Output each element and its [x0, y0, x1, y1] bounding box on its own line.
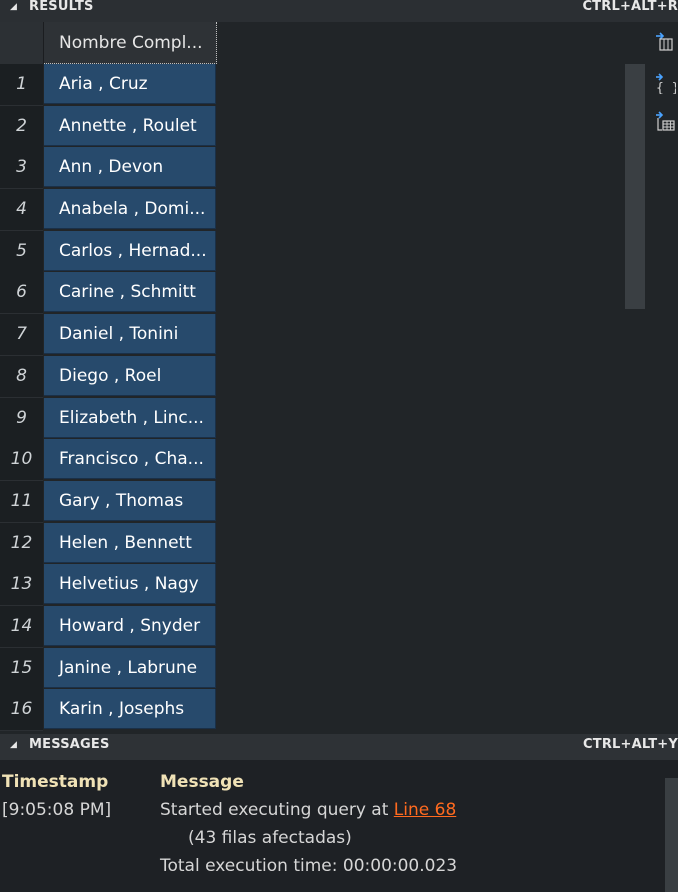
- export-excel-icon[interactable]: [654, 110, 676, 132]
- table-row[interactable]: 3 Ann , Devon: [0, 147, 217, 190]
- table-row[interactable]: 8 Diego , Roel: [0, 355, 217, 398]
- export-json-icon[interactable]: { }: [654, 72, 678, 96]
- row-number[interactable]: 9: [0, 397, 43, 440]
- results-shortcut: CTRL+ALT+R: [582, 0, 678, 14]
- message-header: Message: [160, 772, 244, 792]
- table-cell[interactable]: Elizabeth , Linc...: [44, 397, 216, 438]
- row-number[interactable]: 5: [0, 230, 43, 273]
- table-cell[interactable]: Helvetius , Nagy: [44, 564, 216, 605]
- message-timestamp: [9:05:08 PM]: [2, 800, 112, 820]
- table-cell[interactable]: Janine , Labrune: [44, 647, 216, 688]
- grid-rows: 1 Aria , Cruz 2 Annette , Roulet 3 Ann , De…: [0, 64, 217, 732]
- table-row[interactable]: 4 Anabela , Domi...: [0, 189, 217, 232]
- grid-header: Nombre Compl...: [0, 22, 217, 64]
- table-cell[interactable]: Gary , Thomas: [44, 480, 216, 521]
- table-row[interactable]: 12 Helen , Bennett: [0, 522, 217, 565]
- table-row[interactable]: 1 Aria , Cruz: [0, 64, 217, 106]
- table-row[interactable]: 2 Annette , Roulet: [0, 105, 217, 148]
- row-number[interactable]: 12: [0, 522, 43, 565]
- results-title: RESULTS: [29, 0, 94, 14]
- message-line-1: Started executing query at Line 68: [160, 800, 456, 820]
- row-number[interactable]: 7: [0, 314, 43, 357]
- row-number[interactable]: 11: [0, 480, 43, 523]
- collapse-caret-icon[interactable]: ◢: [10, 740, 17, 750]
- table-cell[interactable]: Diego , Roel: [44, 355, 216, 396]
- table-cell[interactable]: Francisco , Cha...: [44, 439, 216, 480]
- row-number[interactable]: 3: [0, 147, 43, 190]
- table-row[interactable]: 14 Howard , Snyder: [0, 605, 217, 648]
- messages-scrollbar-thumb[interactable]: [665, 778, 678, 892]
- row-number[interactable]: 13: [0, 564, 43, 607]
- row-number[interactable]: 10: [0, 439, 43, 482]
- table-cell[interactable]: Karin , Josephs: [44, 689, 216, 730]
- messages-shortcut: CTRL+ALT+Y: [583, 737, 678, 752]
- table-cell[interactable]: Carlos , Hernad...: [44, 230, 216, 271]
- started-text: Started executing query at: [160, 800, 389, 820]
- row-number[interactable]: 15: [0, 647, 43, 690]
- table-cell[interactable]: Howard , Snyder: [44, 605, 216, 646]
- timestamp-header: Timestamp: [2, 772, 109, 792]
- svg-text:{ }: { }: [656, 81, 676, 94]
- table-row[interactable]: 15 Janine , Labrune: [0, 647, 217, 690]
- table-row[interactable]: 16 Karin , Josephs: [0, 689, 217, 732]
- table-row[interactable]: 9 Elizabeth , Linc...: [0, 397, 217, 440]
- row-number[interactable]: 4: [0, 189, 43, 232]
- results-scrollbar-thumb[interactable]: [625, 64, 645, 309]
- table-row[interactable]: 10 Francisco , Cha...: [0, 439, 217, 482]
- messages-panel-header[interactable]: ◢ MESSAGES CTRL+ALT+Y: [0, 734, 678, 760]
- table-cell[interactable]: Anabela , Domi...: [44, 189, 216, 230]
- results-panel-header[interactable]: ◢ RESULTS CTRL+ALT+R: [0, 0, 678, 22]
- collapse-caret-icon[interactable]: ◢: [10, 2, 17, 12]
- grid-corner-cell[interactable]: [0, 22, 44, 64]
- row-number[interactable]: 6: [0, 272, 43, 315]
- row-number[interactable]: 2: [0, 105, 43, 148]
- table-cell[interactable]: Helen , Bennett: [44, 522, 216, 563]
- line-link[interactable]: Line 68: [394, 800, 456, 820]
- table-cell[interactable]: Ann , Devon: [44, 147, 216, 188]
- row-number[interactable]: 8: [0, 355, 43, 398]
- table-cell[interactable]: Carine , Schmitt: [44, 272, 216, 313]
- column-header-nombre[interactable]: Nombre Compl...: [44, 22, 217, 64]
- row-number[interactable]: 1: [0, 64, 43, 106]
- total-time-text: Total execution time: 00:00:00.023: [160, 856, 458, 876]
- messages-title: MESSAGES: [29, 737, 110, 752]
- row-number[interactable]: 14: [0, 605, 43, 648]
- table-row[interactable]: 6 Carine , Schmitt: [0, 272, 217, 315]
- messages-panel: Timestamp Message [9:05:08 PM] Started e…: [0, 760, 678, 892]
- table-row[interactable]: 5 Carlos , Hernad...: [0, 230, 217, 273]
- table-cell[interactable]: Aria , Cruz: [44, 64, 216, 104]
- rows-affected-text: (43 filas afectadas): [188, 828, 352, 848]
- column-header-label: Nombre Compl...: [59, 33, 203, 53]
- table-cell[interactable]: Annette , Roulet: [44, 105, 216, 146]
- table-row[interactable]: 7 Daniel , Tonini: [0, 314, 217, 357]
- row-number[interactable]: 16: [0, 689, 43, 732]
- table-cell[interactable]: Daniel , Tonini: [44, 314, 216, 355]
- export-csv-icon[interactable]: [654, 30, 676, 52]
- table-row[interactable]: 11 Gary , Thomas: [0, 480, 217, 523]
- table-row[interactable]: 13 Helvetius , Nagy: [0, 564, 217, 607]
